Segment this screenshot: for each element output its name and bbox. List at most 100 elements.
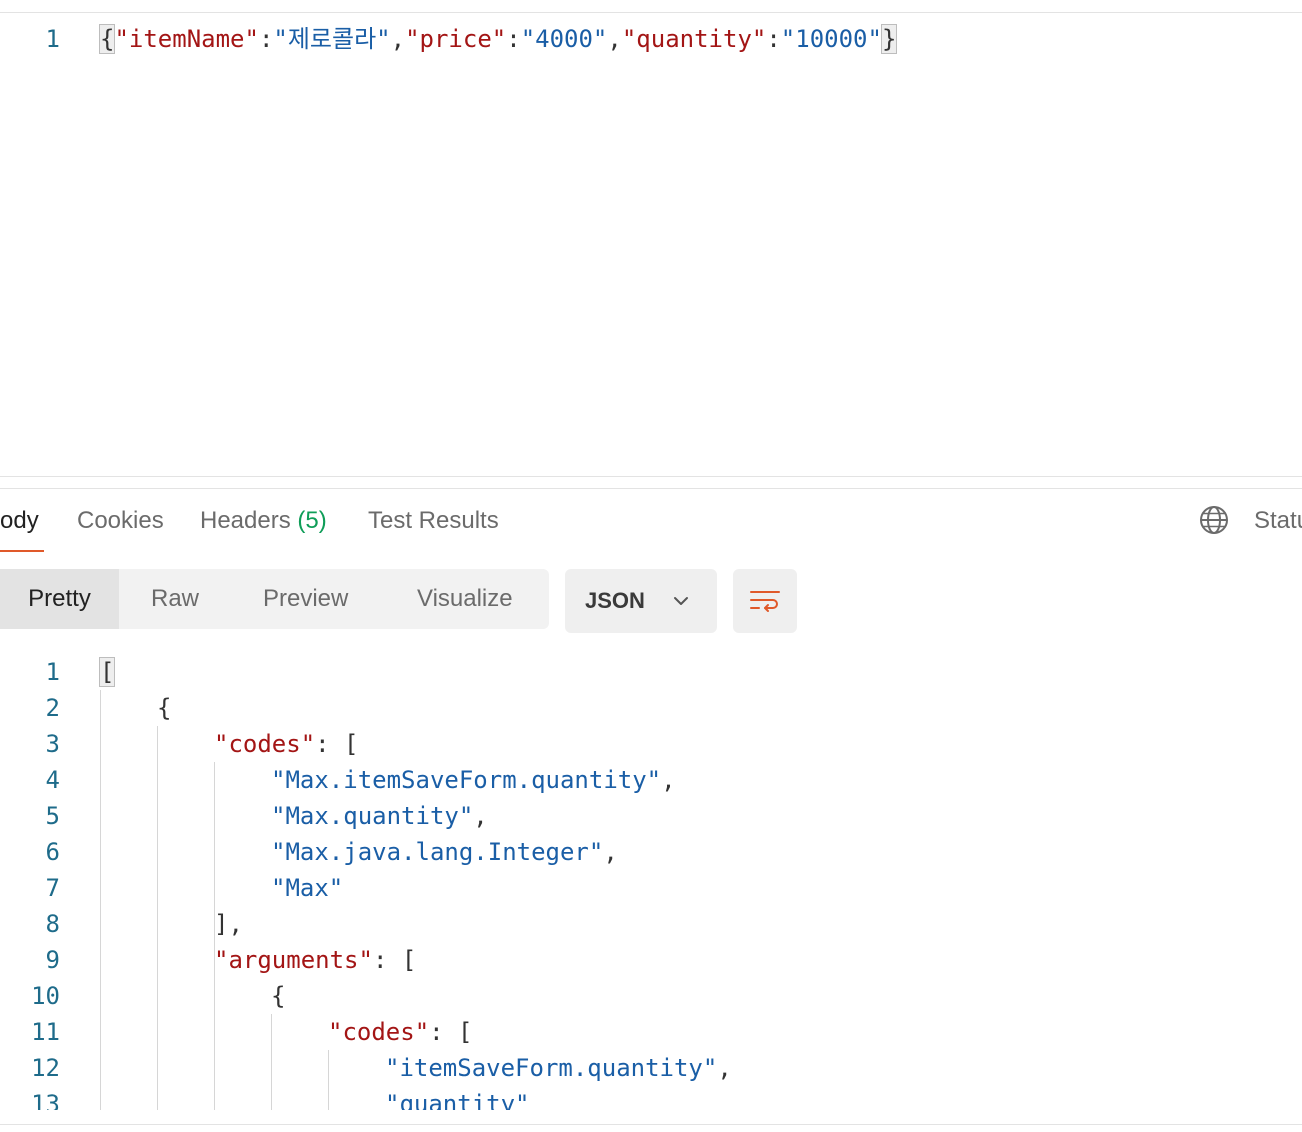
json-token: : [ [315, 730, 359, 758]
code-text: "itemSaveForm.quantity", [385, 1050, 732, 1086]
tab-headers-label: Headers [200, 507, 291, 534]
line-number: 11 [31, 1018, 60, 1046]
code-line: 11 "codes": [ [0, 1014, 1302, 1050]
panel-divider-2 [0, 488, 1302, 489]
json-token: [ [98, 657, 116, 687]
code-text: [ [98, 654, 116, 690]
request-body-editor[interactable]: 1 {"itemName":"제로콜라","price":"4000","qua… [0, 13, 1302, 476]
code-line: 9 "arguments": [ [0, 942, 1302, 978]
view-pretty-button[interactable]: Pretty [0, 569, 119, 629]
view-mode-selector: Pretty Raw Preview Visualize [0, 569, 549, 629]
code-text: ], [214, 906, 243, 942]
code-text: "arguments": [ [214, 942, 416, 978]
line-number: 7 [45, 874, 60, 902]
json-token: , [390, 25, 406, 53]
indent-guide [214, 762, 215, 906]
bottom-divider [0, 1124, 1302, 1125]
wrap-lines-button[interactable] [733, 569, 797, 633]
json-token: "Max.itemSaveForm.quantity" [271, 766, 662, 794]
code-line: 2{ [0, 690, 1302, 726]
json-token: { [98, 24, 116, 54]
code-line: 5 "Max.quantity", [0, 798, 1302, 834]
code-text: "codes": [ [328, 1014, 473, 1050]
json-token: , [607, 25, 622, 53]
line-number: 8 [45, 910, 60, 938]
json-token: "제로콜라" [273, 25, 391, 53]
code-text: "codes": [ [214, 726, 359, 762]
line-number: 5 [45, 802, 60, 830]
request-json-text[interactable]: {"itemName":"제로콜라","price":"4000","quant… [98, 21, 898, 57]
indent-guide [271, 1014, 272, 1110]
line-number: 9 [45, 946, 60, 974]
code-line: 13 "quantity" [0, 1086, 1302, 1110]
panel-divider [0, 476, 1302, 477]
indent-guide [328, 1050, 329, 1110]
line-number: 4 [45, 766, 60, 794]
json-token: "Max" [271, 874, 344, 902]
line-number: 13 [31, 1090, 60, 1110]
json-token: , [603, 838, 618, 866]
code-text: "Max.java.lang.Integer", [271, 834, 618, 870]
code-text: "Max.quantity", [271, 798, 488, 834]
json-token: : [ [429, 1018, 473, 1046]
json-token: "quantity" [385, 1090, 530, 1110]
code-text: "quantity" [385, 1086, 530, 1110]
code-line: 7 "Max" [0, 870, 1302, 906]
request-code-line: 1 {"itemName":"제로콜라","price":"4000","qua… [0, 21, 1302, 57]
globe-icon[interactable] [1198, 504, 1230, 536]
json-token: "Max.quantity" [271, 802, 474, 830]
chevron-down-icon [674, 597, 688, 605]
json-token: "price" [405, 25, 507, 53]
json-token: "itemSaveForm.quantity" [385, 1054, 718, 1082]
code-line: 10 { [0, 978, 1302, 1014]
indent-guide [100, 690, 101, 1110]
json-token: "4000" [520, 25, 608, 53]
view-preview-button[interactable]: Preview [263, 569, 348, 629]
json-token: : [506, 25, 521, 53]
tab-test-results[interactable]: Test Results [368, 504, 499, 538]
format-dropdown[interactable]: JSON [565, 569, 717, 633]
tab-cookies[interactable]: Cookies [77, 504, 164, 538]
tab-headers[interactable]: Headers (5) [200, 504, 327, 538]
json-token: , [661, 766, 676, 794]
json-token: { [157, 694, 172, 722]
json-token: "itemName" [114, 25, 259, 53]
response-tabs: ody Cookies Headers (5) Test Results [0, 490, 1302, 554]
view-visualize-button[interactable]: Visualize [417, 569, 513, 629]
code-line: 1[ [0, 654, 1302, 690]
json-token: : [766, 25, 781, 53]
code-line: 3 "codes": [ [0, 726, 1302, 762]
code-text: "Max.itemSaveForm.quantity", [271, 762, 676, 798]
wrap-text-icon [750, 591, 780, 612]
code-text: { [271, 978, 285, 1014]
json-token: : [258, 25, 274, 53]
indent-guide [157, 726, 158, 1110]
line-number: 6 [45, 838, 60, 866]
line-number: 2 [45, 694, 60, 722]
json-token: , [717, 1054, 732, 1082]
json-token: "10000" [780, 25, 882, 53]
json-token: : [ [372, 946, 417, 974]
line-number: 1 [45, 658, 60, 686]
status-label: Statu [1254, 507, 1302, 534]
json-token: } [880, 24, 898, 54]
line-number: 10 [31, 982, 60, 1010]
code-line: 8], [0, 906, 1302, 942]
json-token: "codes" [214, 730, 316, 758]
format-selected-value: JSON [585, 588, 645, 613]
line-number: 12 [31, 1054, 60, 1082]
json-token: "arguments" [214, 946, 373, 974]
headers-count-badge: (5) [297, 507, 327, 534]
code-line: 6 "Max.java.lang.Integer", [0, 834, 1302, 870]
code-line: 4 "Max.itemSaveForm.quantity", [0, 762, 1302, 798]
response-body-viewer[interactable]: 1[2{3 "codes": [4 "Max.itemSaveForm.quanti… [0, 654, 1302, 1110]
code-line: 12 "itemSaveForm.quantity", [0, 1050, 1302, 1086]
line-number: 1 [45, 25, 60, 53]
active-tab-indicator [0, 550, 44, 552]
line-number: 3 [45, 730, 60, 758]
code-text: { [157, 690, 171, 726]
view-raw-button[interactable]: Raw [151, 569, 199, 629]
json-token: "quantity" [621, 25, 767, 53]
json-token: "Max.java.lang.Integer" [271, 838, 604, 866]
tab-body[interactable]: ody [0, 504, 39, 538]
